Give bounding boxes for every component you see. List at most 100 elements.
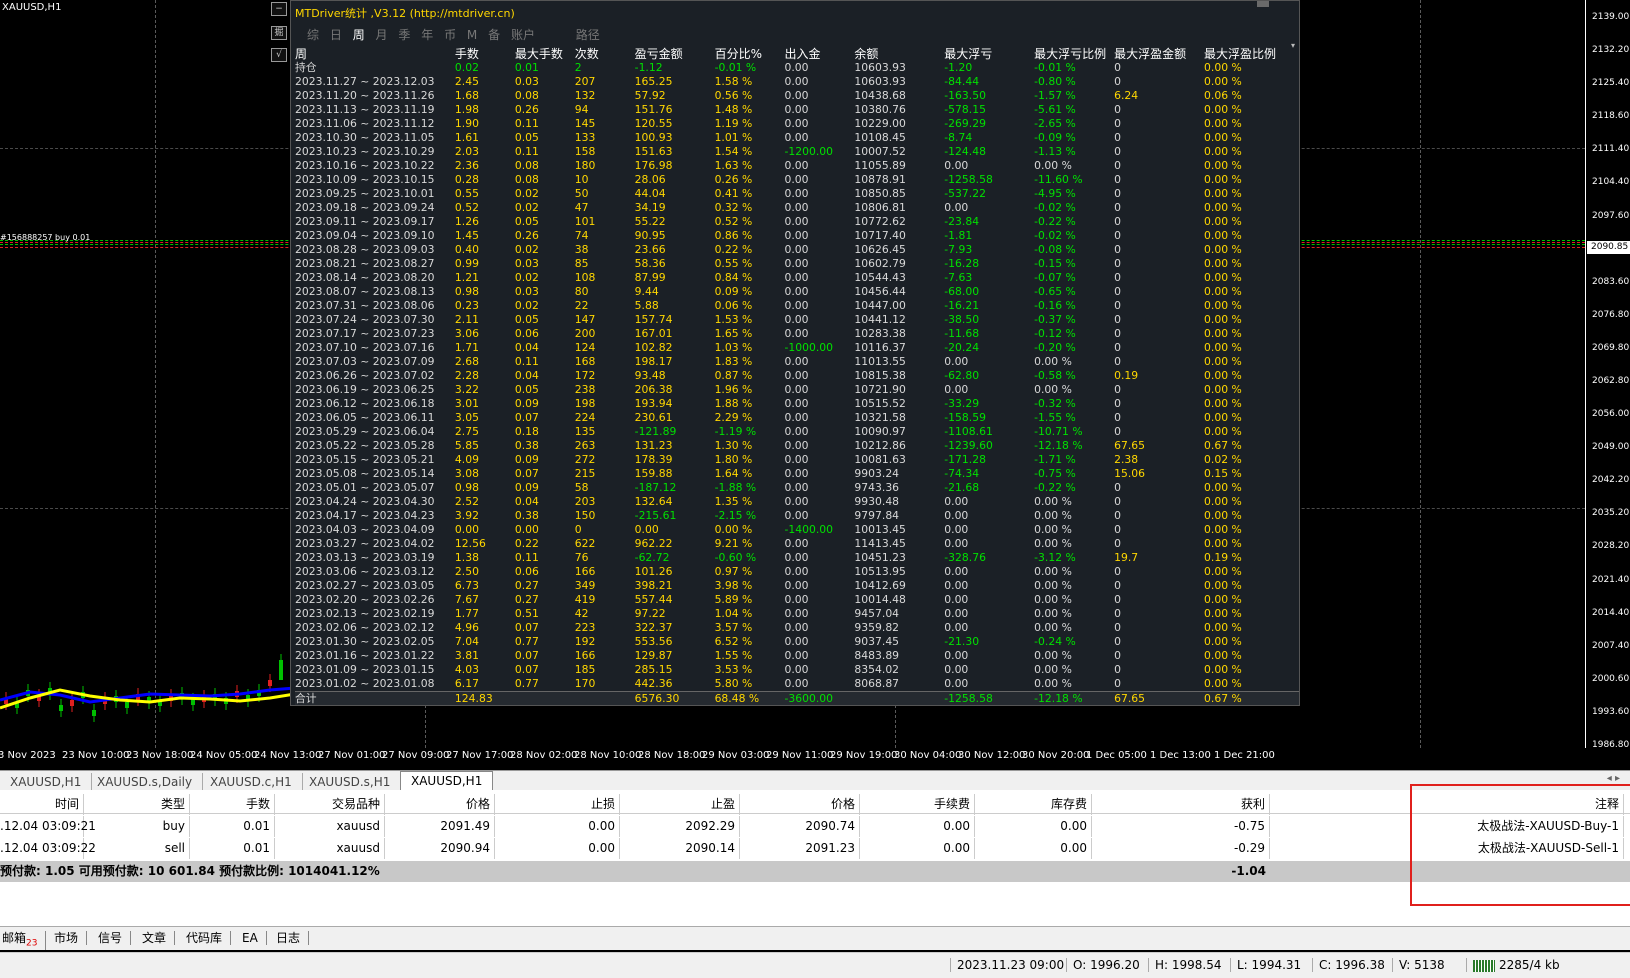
tab-codebase[interactable]: 代码库 xyxy=(178,931,232,945)
stats-header-cell[interactable]: 余额 xyxy=(854,47,944,61)
table-row[interactable]: .12.04 03:09:21 buy 0.01 xauusd 2091.49 0.00 2… xyxy=(0,816,1630,837)
time-tick-label: 28 Nov 10:00 xyxy=(574,750,642,761)
trade-header-cell[interactable]: 止盈 xyxy=(620,794,740,815)
tab-mailbox[interactable]: 邮箱23 xyxy=(0,931,47,951)
time-tick-label: 24 Nov 05:00 xyxy=(190,750,258,761)
trade-header-cell[interactable]: 价格 xyxy=(385,794,495,815)
stats-cell: 168 xyxy=(574,355,596,368)
tab-overview[interactable]: 综 xyxy=(307,28,319,42)
tab-signals[interactable]: 信号 xyxy=(90,931,132,945)
stats-cell: 0.04 xyxy=(514,369,539,382)
price-scale[interactable]: 2139.00 2132.20 2125.40 2118.60 2111.40 2104.… xyxy=(1585,0,1630,750)
current-price-marker: 2090.85 xyxy=(1587,241,1630,254)
stats-cell: -158.59 xyxy=(944,411,986,424)
stats-total-cell: 6576.30 xyxy=(634,691,715,705)
stats-cell: 2.03 xyxy=(454,145,479,158)
tab-experts[interactable]: EA xyxy=(234,931,267,945)
price-tick-label: 2097.60 xyxy=(1592,210,1630,221)
tab-chart-xauusd-c-h1[interactable]: XAUUSD.c,H1 xyxy=(200,773,303,791)
tab-chart-xauusd-s-h1[interactable]: XAUUSD.s,H1 xyxy=(299,773,402,791)
tab-note[interactable]: 备 xyxy=(488,28,500,42)
stats-header-cell[interactable]: 次数 xyxy=(575,47,635,61)
stats-cell: 9743.36 xyxy=(854,481,900,494)
tab-chart-xauusd-h1-active[interactable]: XAUUSD,H1 xyxy=(400,771,494,791)
tab-articles[interactable]: 文章 xyxy=(134,931,176,945)
tab-week[interactable]: 周 xyxy=(353,28,365,42)
trade-header-cell[interactable]: 库存费 xyxy=(975,794,1092,815)
stats-header-cell[interactable]: 出入金 xyxy=(784,47,854,61)
tab-path[interactable]: 路径 xyxy=(576,28,600,42)
stats-cell: 2023.11.06 ~ 2023.11.12 xyxy=(295,117,435,130)
stats-cell: 100.93 xyxy=(634,131,673,144)
tab-scroll-arrows-icon[interactable]: ◂ ▸ xyxy=(1607,773,1620,784)
stats-header-cell[interactable]: 盈亏金额 xyxy=(635,47,715,61)
stats-cell: -2.65 % xyxy=(1034,117,1076,130)
tab-account[interactable]: 账户 xyxy=(511,28,535,42)
stats-cell: 3.22 xyxy=(454,383,479,396)
stats-header-cell[interactable]: 最大浮盈比例 xyxy=(1204,47,1299,61)
stats-cell: 0.02 xyxy=(514,201,539,214)
panel-confirm-button[interactable]: √ xyxy=(271,48,287,62)
table-row[interactable]: .12.04 03:09:22 sell 0.01 xauusd 2090.94 0.00… xyxy=(0,838,1630,859)
stats-cell: -12.18 % xyxy=(1034,439,1083,452)
stats-cell: 11013.55 xyxy=(854,355,906,368)
trade-header-cell[interactable]: 手续费 xyxy=(860,794,975,815)
stats-cell: 2023.08.07 ~ 2023.08.13 xyxy=(295,285,435,298)
tab-chart-xauusd-s-daily[interactable]: XAUUSD.s,Daily xyxy=(87,773,204,791)
tab-m[interactable]: M xyxy=(467,28,477,42)
tab-day[interactable]: 日 xyxy=(330,28,342,42)
stats-row: 2023.06.05 ~ 2023.06.11 3.05 0.07 224 230.61… xyxy=(295,411,1299,425)
stats-cell: 87.99 xyxy=(634,271,666,284)
stats-cell: 10717.40 xyxy=(854,229,906,242)
connection-status[interactable]: 2285/4 kb xyxy=(1466,958,1560,972)
price-chart[interactable]: XAUUSD,H1 #156888257 buy 0.01 − 掘 √ 2139… xyxy=(0,0,1630,765)
stats-cell: -1.88 % xyxy=(714,481,757,494)
stats-header-cell[interactable]: 周 xyxy=(295,47,455,61)
stats-cell: 85 xyxy=(574,257,589,270)
tab-currency[interactable]: 币 xyxy=(444,28,456,42)
tab-year[interactable]: 年 xyxy=(421,28,433,42)
tab-chart-xauusd-h1[interactable]: XAUUSD,H1 xyxy=(0,773,93,791)
panel-minimize-button[interactable]: − xyxy=(271,2,287,16)
trade-header-cell[interactable]: 类型 xyxy=(90,794,190,815)
stats-cell: 0.00 % xyxy=(1204,131,1242,144)
trade-header-cell[interactable]: 手数 xyxy=(190,794,275,815)
stats-cell: 0.00 % xyxy=(1204,649,1242,662)
tab-journal[interactable]: 日志 xyxy=(268,931,310,945)
panel-hide-button[interactable]: 掘 xyxy=(271,26,287,40)
stats-cell: 207 xyxy=(574,75,596,88)
price-tick-label: 2132.20 xyxy=(1592,45,1630,56)
stats-header-cell[interactable]: 最大浮盈金额 xyxy=(1114,47,1204,61)
stats-cell: 1.61 xyxy=(454,131,479,144)
tab-market[interactable]: 市场 xyxy=(46,931,88,945)
stats-header-cell[interactable]: 手数 xyxy=(455,47,515,61)
stats-cell: 7.04 xyxy=(454,635,479,648)
trade-header-cell[interactable]: 止损 xyxy=(495,794,620,815)
stats-header-cell[interactable]: 最大手数 xyxy=(515,47,575,61)
stats-cell: 0 xyxy=(1114,635,1121,648)
tab-month[interactable]: 月 xyxy=(376,28,388,42)
stats-cell: 0.97 % xyxy=(714,565,753,578)
stats-cell: 0.00 xyxy=(784,495,809,508)
panel-collapse-handle[interactable] xyxy=(1257,1,1269,7)
stats-cell: -1108.61 xyxy=(944,425,993,438)
stats-header-cell[interactable]: 百分比% xyxy=(715,47,785,61)
stats-cell: 9.21 % xyxy=(714,537,753,550)
status-bar: 2023.11.23 09:00 O: 1996.20 H: 1998.54 L… xyxy=(0,952,1630,978)
stats-cell: -8.74 xyxy=(944,131,973,144)
stats-cell: 0.00 xyxy=(784,635,809,648)
tab-quarter[interactable]: 季 xyxy=(398,28,410,42)
stats-cell: 192 xyxy=(574,635,596,648)
trade-header-cell[interactable]: 时间 xyxy=(0,794,84,815)
trade-header-cell[interactable]: 交易品种 xyxy=(275,794,385,815)
candle-body xyxy=(70,700,74,706)
stats-cell: 3.57 % xyxy=(714,621,753,634)
trade-cell: 2090.14 xyxy=(620,838,740,859)
stats-cell: 2023.06.05 ~ 2023.06.11 xyxy=(295,411,435,424)
trade-header-cell[interactable]: 价格 xyxy=(740,794,860,815)
trade-header-cell[interactable]: 获利 xyxy=(1092,794,1270,815)
stats-cell: 9903.24 xyxy=(854,467,900,480)
stats-header-cell[interactable]: 最大浮亏 xyxy=(944,47,1034,61)
stats-cell: 0.00 xyxy=(784,61,809,74)
stats-header-cell[interactable]: 最大浮亏比例 xyxy=(1034,47,1114,61)
